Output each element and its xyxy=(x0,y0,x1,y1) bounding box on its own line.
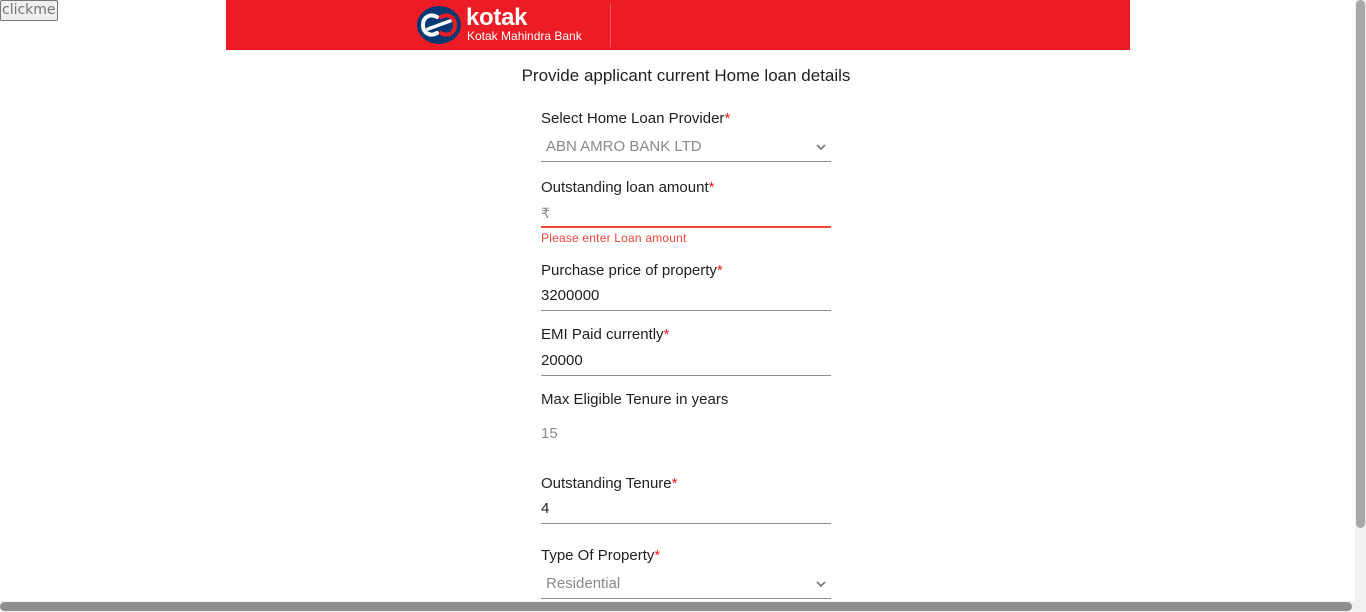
outstanding-amount-input[interactable]: ₹ xyxy=(541,203,831,228)
max-tenure-value: 15 xyxy=(541,425,558,442)
horizontal-scrollbar-thumb[interactable] xyxy=(0,602,1352,611)
emi-paid-field: EMI Paid currently* 20000 xyxy=(541,326,831,376)
brand-logo[interactable]: kotak Kotak Mahindra Bank xyxy=(416,3,611,47)
required-marker: * xyxy=(671,475,678,492)
outstanding-amount-label: Outstanding loan amount* xyxy=(541,179,715,196)
max-tenure-label: Max Eligible Tenure in years xyxy=(541,391,729,408)
purchase-price-field: Purchase price of property* 3200000 xyxy=(541,262,831,311)
outstanding-amount-error: Please enter Loan amount xyxy=(541,231,687,245)
outstanding-tenure-input[interactable]: 4 xyxy=(541,499,831,524)
page: clickme kotak Kotak Mahindra Bank Provid… xyxy=(0,0,1366,612)
outstanding-tenure-value: 4 xyxy=(541,500,550,517)
loan-provider-value: ABN AMRO BANK LTD xyxy=(546,138,702,155)
property-type-select[interactable]: Residential xyxy=(541,573,831,599)
loan-provider-field: Select Home Loan Provider* ABN AMRO BANK… xyxy=(541,110,831,162)
property-type-value: Residential xyxy=(546,575,621,592)
brand-name: kotak xyxy=(466,4,528,31)
loan-provider-select[interactable]: ABN AMRO BANK LTD xyxy=(541,136,831,162)
brand-subtitle: Kotak Mahindra Bank xyxy=(467,29,582,43)
clickme-button[interactable]: clickme xyxy=(0,0,58,21)
property-type-field: Type Of Property* Residential xyxy=(541,547,831,599)
max-tenure-field: Max Eligible Tenure in years 15 xyxy=(541,391,831,444)
purchase-price-value: 3200000 xyxy=(541,287,600,304)
property-type-label: Type Of Property* xyxy=(541,547,661,564)
kotak-infinity-logo-icon xyxy=(417,6,461,44)
vertical-scrollbar-thumb[interactable] xyxy=(1356,0,1365,528)
required-marker: * xyxy=(663,326,670,343)
rupee-prefix: ₹ xyxy=(541,205,550,221)
required-marker: * xyxy=(724,110,731,127)
chevron-down-icon xyxy=(816,581,826,588)
emi-paid-value: 20000 xyxy=(541,352,583,369)
vertical-scrollbar[interactable] xyxy=(1355,0,1366,612)
emi-paid-label: EMI Paid currently* xyxy=(541,326,670,343)
required-marker: * xyxy=(708,179,715,196)
chevron-down-icon xyxy=(816,144,826,151)
required-marker: * xyxy=(654,547,661,564)
form-title: Provide applicant current Home loan deta… xyxy=(521,66,851,85)
header-bar: kotak Kotak Mahindra Bank xyxy=(226,0,1130,50)
outstanding-amount-field: Outstanding loan amount* ₹ Please enter … xyxy=(541,179,831,246)
loan-provider-label: Select Home Loan Provider* xyxy=(541,110,731,127)
emi-paid-input[interactable]: 20000 xyxy=(541,351,831,376)
required-marker: * xyxy=(716,262,723,279)
horizontal-scrollbar[interactable] xyxy=(0,601,1366,612)
outstanding-tenure-field: Outstanding Tenure* 4 xyxy=(541,475,831,524)
outstanding-tenure-label: Outstanding Tenure* xyxy=(541,475,678,492)
purchase-price-input[interactable]: 3200000 xyxy=(541,286,831,311)
purchase-price-label: Purchase price of property* xyxy=(541,262,723,279)
